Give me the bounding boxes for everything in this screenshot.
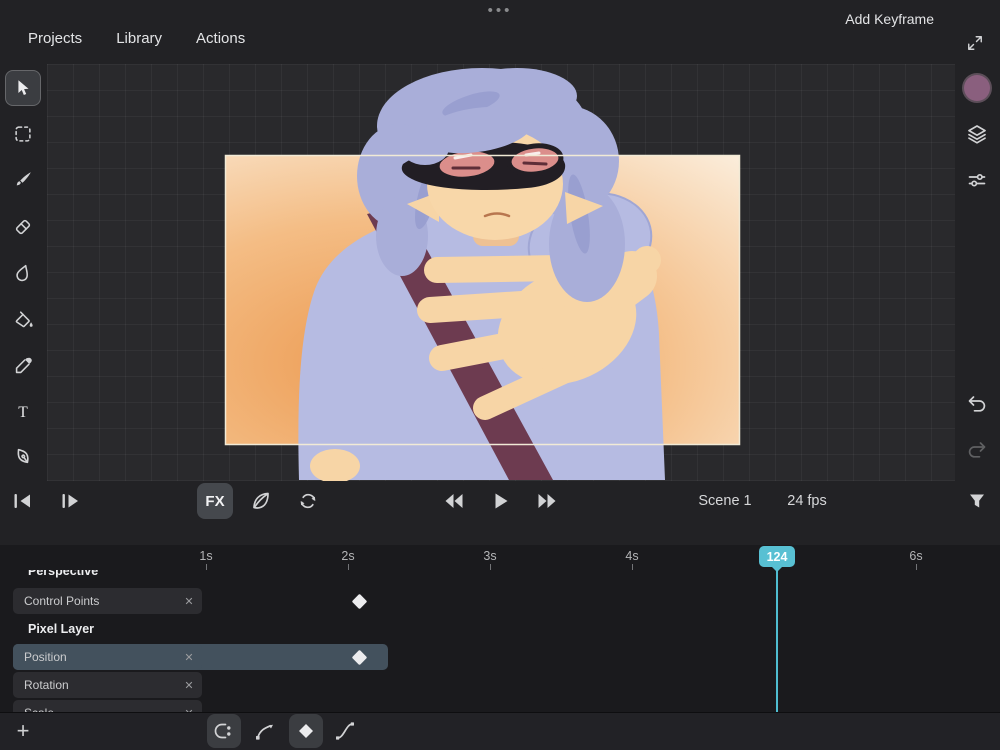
brush-icon — [16, 172, 31, 186]
add-track-button[interactable]: + — [8, 712, 38, 749]
marquee-select-tool-button[interactable] — [5, 116, 41, 152]
easing-curve-toggle[interactable] — [328, 714, 362, 748]
timeline-ruler[interactable]: 1s 2s 3s 4s 6s — [0, 545, 1000, 570]
pen-tool-button[interactable] — [5, 438, 41, 474]
ruler-label-3s: 3s — [483, 549, 497, 563]
next-frame-icon — [62, 494, 78, 508]
play-icon — [495, 493, 508, 509]
main-menu: Projects Library Actions — [28, 30, 245, 47]
eyedropper-icon — [15, 357, 32, 374]
track-group-pixel-layer[interactable]: Pixel Layer — [28, 622, 94, 636]
keyframe-diamond-control-points[interactable] — [351, 593, 368, 610]
previous-frame-icon — [14, 494, 30, 508]
fps-label[interactable]: 24 fps — [776, 483, 838, 519]
bottom-bar — [0, 712, 1000, 750]
eraser-icon — [15, 219, 31, 235]
remove-track-icon[interactable]: ✕ — [176, 595, 202, 608]
funnel-icon — [970, 494, 984, 508]
loop-button[interactable] — [291, 483, 325, 519]
loop-icon — [300, 493, 316, 509]
rewind-icon — [445, 494, 463, 508]
fast-forward-icon — [538, 494, 556, 508]
redo-icon — [968, 442, 986, 458]
rewind-button[interactable] — [437, 483, 471, 519]
scene-label[interactable]: Scene 1 — [690, 483, 760, 519]
track-row-control-points[interactable]: Control Points ✕ — [13, 588, 202, 614]
auto-keyframe-icon — [214, 723, 231, 739]
keyframe-mode-toggle[interactable] — [289, 714, 323, 748]
playhead-pointer — [771, 566, 783, 572]
playhead-line[interactable] — [776, 566, 778, 712]
pen-nib-icon — [17, 448, 29, 464]
redo-button[interactable] — [959, 432, 995, 468]
ruler-label-2s: 2s — [341, 549, 355, 563]
sliders-icon — [968, 173, 986, 187]
remove-track-icon[interactable]: ✕ — [176, 679, 202, 692]
track-row-scale[interactable]: Scale ✕ — [13, 700, 202, 712]
layers-icon — [968, 125, 986, 144]
canvas-artwork — [224, 68, 741, 481]
fast-forward-button[interactable] — [530, 483, 564, 519]
easing-curve-icon — [336, 722, 354, 740]
eraser-tool-button[interactable] — [5, 209, 41, 245]
adjustments-button[interactable] — [959, 162, 995, 198]
timeline-filter-button[interactable] — [959, 483, 995, 519]
marquee-icon — [15, 126, 31, 142]
text-tool-button[interactable]: T — [5, 394, 41, 430]
color-swatch-button[interactable] — [959, 70, 995, 106]
onion-skin-button[interactable] — [244, 483, 278, 519]
brush-tool-button[interactable] — [5, 162, 41, 198]
auto-keyframe-toggle[interactable] — [207, 714, 241, 748]
menu-projects[interactable]: Projects — [28, 30, 82, 47]
eyedropper-tool-button[interactable] — [5, 348, 41, 384]
playhead-badge[interactable]: 124 — [759, 546, 795, 567]
motion-path-icon — [256, 724, 273, 740]
menu-library[interactable]: Library — [116, 30, 162, 47]
svg-text:T: T — [18, 404, 28, 421]
paint-bucket-icon — [15, 311, 33, 328]
previous-frame-button[interactable] — [6, 483, 40, 519]
undo-button[interactable] — [959, 386, 995, 422]
track-group-perspective[interactable]: Perspective — [28, 570, 98, 578]
smudge-drop-icon — [16, 264, 29, 282]
next-frame-button[interactable] — [54, 483, 88, 519]
fx-button[interactable]: FX — [197, 483, 233, 519]
add-keyframe-button[interactable]: Add Keyframe — [845, 0, 934, 37]
fill-tool-button[interactable] — [5, 302, 41, 338]
ruler-label-6s: 6s — [909, 549, 923, 563]
motion-path-toggle[interactable] — [248, 714, 282, 748]
track-row-position[interactable]: Position ✕ — [13, 644, 202, 670]
remove-track-icon[interactable]: ✕ — [176, 651, 202, 664]
keyframe-diamond-icon — [299, 724, 313, 738]
text-tool-icon: T — [18, 404, 28, 421]
timeline-body[interactable]: Perspective Control Points ✕ Pixel Layer… — [0, 570, 1000, 712]
move-tool-button[interactable] — [5, 70, 41, 106]
current-color-swatch — [964, 75, 990, 101]
menu-actions[interactable]: Actions — [196, 30, 245, 47]
cursor-arrow-icon — [18, 80, 29, 95]
layers-button[interactable] — [959, 116, 995, 152]
track-row-rotation[interactable]: Rotation ✕ — [13, 672, 202, 698]
animation-canvas[interactable] — [47, 64, 955, 481]
onion-skin-leaf-icon — [253, 492, 269, 509]
smudge-tool-button[interactable] — [5, 255, 41, 291]
fullscreen-expand-icon[interactable] — [960, 28, 990, 58]
ruler-label-1s: 1s — [199, 549, 213, 563]
play-button[interactable] — [483, 483, 517, 519]
undo-icon — [968, 396, 986, 412]
ruler-label-4s: 4s — [625, 549, 639, 563]
